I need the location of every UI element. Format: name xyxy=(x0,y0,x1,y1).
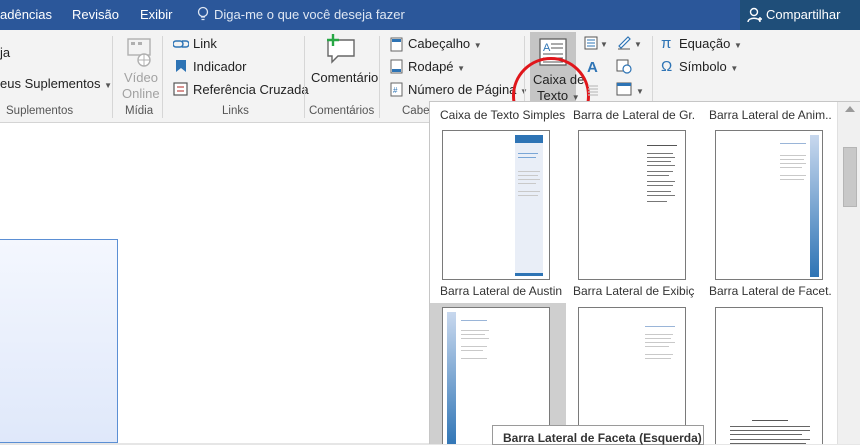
svg-text:A: A xyxy=(543,42,551,54)
video-online-icon xyxy=(127,38,151,67)
indicador-button[interactable]: Indicador xyxy=(193,59,246,74)
gallery-caption[interactable]: Barra Lateral de Anim... xyxy=(709,108,831,122)
gallery-item-exibicao[interactable] xyxy=(578,130,686,280)
gallery-item-citacao[interactable] xyxy=(715,307,823,444)
gallery-item-faceta-esquerda[interactable] xyxy=(442,307,550,444)
link-icon xyxy=(173,40,189,48)
separator xyxy=(112,36,113,118)
date-time-icon[interactable] xyxy=(616,58,632,74)
group-label-midia: Mídia xyxy=(125,105,154,117)
person-icon xyxy=(747,7,762,23)
group-label-comentarios: Comentários xyxy=(309,105,375,117)
share-label: Compartilhar xyxy=(766,7,841,22)
loja-button[interactable]: ja xyxy=(0,45,10,60)
object-icon[interactable] xyxy=(616,82,632,96)
page-number-icon: # xyxy=(390,82,403,97)
svg-text:#: # xyxy=(393,86,398,95)
gallery-caption[interactable]: Barra Lateral de Exibiç... xyxy=(573,284,695,298)
scroll-up-icon[interactable] xyxy=(845,106,855,112)
gallery-caption[interactable]: Barra Lateral de Facet... xyxy=(709,284,831,298)
sidebar-preview xyxy=(515,135,543,143)
comment-icon xyxy=(327,34,355,64)
title-tab-bar: adências Revisão Exibir Diga-me o que vo… xyxy=(0,0,860,30)
gallery-item-faceta-direita[interactable] xyxy=(715,130,823,280)
share-button[interactable]: Compartilhar xyxy=(740,0,860,30)
bookmark-icon xyxy=(176,60,186,72)
group-label-cabecalho: Cabe xyxy=(402,105,430,117)
meus-suplementos-button[interactable]: eus Suplementos ▼ xyxy=(0,76,112,91)
referencia-cruzada-button[interactable]: Referência Cruzada xyxy=(193,82,309,97)
signature-line-icon[interactable] xyxy=(616,35,632,51)
cross-reference-icon xyxy=(173,82,188,96)
comentario-button[interactable]: Comentário xyxy=(311,70,378,85)
signature-caret[interactable]: ▼ xyxy=(634,40,642,49)
gallery-caption[interactable]: Barra de Lateral de Gr... xyxy=(573,108,695,122)
quick-parts-icon[interactable] xyxy=(584,36,598,50)
separator xyxy=(304,36,305,118)
document-shape[interactable] xyxy=(0,239,118,443)
tab-referencias[interactable]: adências xyxy=(0,7,52,22)
group-label-suplementos: Suplementos xyxy=(6,105,74,117)
tab-exibir[interactable]: Exibir xyxy=(140,7,173,22)
separator xyxy=(162,36,163,118)
sidebar-preview xyxy=(515,135,543,275)
pi-icon: π xyxy=(661,35,672,52)
text-box-gallery: Caixa de Texto Simples Barra de Lateral … xyxy=(429,101,860,444)
separator xyxy=(379,36,380,118)
footer-icon xyxy=(390,59,403,74)
object-caret[interactable]: ▼ xyxy=(636,87,644,96)
gallery-caption[interactable]: Caixa de Texto Simples xyxy=(440,108,565,122)
link-button[interactable]: Link xyxy=(193,36,217,51)
scrollbar-thumb[interactable] xyxy=(843,147,857,207)
gallery-caption[interactable]: Barra Lateral de Austin xyxy=(440,284,565,298)
tab-revisao[interactable]: Revisão xyxy=(72,7,119,22)
lightbulb-icon xyxy=(197,6,209,21)
simbolo-button[interactable]: Símbolo ▼ xyxy=(679,59,738,74)
gallery-scrollbar[interactable] xyxy=(837,102,860,444)
quick-parts-caret[interactable]: ▼ xyxy=(600,40,608,49)
svg-text:A: A xyxy=(587,59,598,74)
tell-me-input[interactable]: Diga-me o que você deseja fazer xyxy=(214,7,405,22)
wordart-icon[interactable]: A xyxy=(587,58,599,74)
gallery-item-filigrana[interactable] xyxy=(578,307,686,444)
group-label-links: Links xyxy=(222,105,249,117)
sidebar-preview xyxy=(810,135,819,277)
video-online-label-1[interactable]: Vídeo xyxy=(124,70,158,85)
drop-cap-icon[interactable] xyxy=(586,83,600,97)
video-online-label-2[interactable]: Online xyxy=(122,86,160,101)
equacao-button[interactable]: Equação ▼ xyxy=(679,36,742,51)
cabecalho-button[interactable]: Cabeçalho ▼ xyxy=(408,36,482,51)
sidebar-preview xyxy=(447,312,456,444)
tooltip: Barra Lateral de Faceta (Esquerda) xyxy=(492,425,704,445)
header-icon xyxy=(390,37,403,52)
gallery-item-austin[interactable] xyxy=(442,130,550,280)
omega-icon: Ω xyxy=(661,58,673,75)
numero-pagina-button[interactable]: Número de Página ▼ xyxy=(408,82,528,97)
rodape-button[interactable]: Rodapé ▼ xyxy=(408,59,465,74)
